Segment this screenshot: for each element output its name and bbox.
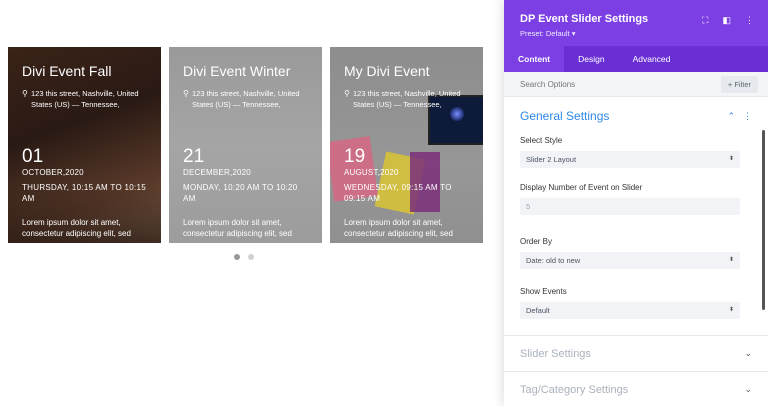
order-by-dropdown[interactable]: Date: old to new ⬍: [520, 252, 740, 269]
select-arrows-icon: ⬍: [728, 257, 734, 263]
event-content: My Divi Event ⚲ 123 this street, Nashvil…: [330, 47, 483, 243]
pagination-dot[interactable]: [234, 254, 240, 260]
general-settings-title: General Settings: [520, 109, 610, 123]
event-time: THURSDAY, 10:15 AM TO 10:15 AM: [22, 183, 147, 203]
event-slide-1[interactable]: Divi Event Fall ⚲ 123 this street, Nashv…: [8, 47, 161, 243]
event-slide-2[interactable]: Divi Event Winter ⚲ 123 this street, Nas…: [169, 47, 322, 243]
select-arrows-icon: ⬍: [728, 307, 734, 313]
settings-panel: DP Event Slider Settings Preset: Default…: [504, 0, 768, 406]
show-events-label: Show Events: [520, 287, 567, 296]
slider-pagination: [234, 254, 254, 260]
pagination-dot[interactable]: [248, 254, 254, 260]
event-day: 19: [344, 146, 366, 167]
search-bar: + Filter: [504, 72, 768, 97]
panel-tabs: Content Design Advanced: [504, 46, 768, 72]
event-address: ⚲ 123 this street, Nashville, United Sta…: [183, 89, 308, 110]
event-address: ⚲ 123 this street, Nashville, United Sta…: [344, 89, 469, 110]
event-description: Lorem ipsum dolor sit amet, consectetur …: [183, 218, 292, 238]
location-pin-icon: ⚲: [344, 89, 350, 98]
event-address-text: 123 this street, Nashville, United State…: [31, 89, 139, 109]
chevron-up-icon[interactable]: ⌃: [727, 111, 735, 122]
tag-category-settings-section[interactable]: Tag/Category Settings ⌄: [504, 371, 768, 406]
select-style-value: Slider 2 Layout: [526, 155, 577, 164]
tab-advanced[interactable]: Advanced: [619, 46, 685, 72]
event-day: 21: [183, 146, 205, 167]
event-month-year: OCTOBER,2020: [22, 168, 84, 177]
filter-button[interactable]: + Filter: [720, 76, 758, 93]
display-number-input[interactable]: 5: [520, 198, 740, 215]
show-events-value: Default: [526, 306, 550, 315]
event-description: Lorem ipsum dolor sit amet, consectetur …: [22, 218, 131, 238]
event-time: WEDNESDAY, 09:15 AM TO 09:15 AM: [344, 183, 452, 203]
event-title[interactable]: Divi Event Fall: [22, 62, 147, 80]
slider-settings-title: Slider Settings: [520, 347, 591, 360]
split-view-icon[interactable]: ◧: [722, 15, 731, 26]
event-description: Lorem ipsum dolor sit amet, consectetur …: [344, 218, 453, 238]
panel-scrollbar[interactable]: [762, 130, 765, 310]
order-by-value: Date: old to new: [526, 256, 581, 265]
panel-header[interactable]: DP Event Slider Settings Preset: Default…: [504, 0, 768, 46]
location-pin-icon: ⚲: [183, 89, 189, 98]
chevron-down-icon[interactable]: ⌄: [744, 348, 752, 359]
event-title[interactable]: Divi Event Winter: [183, 62, 308, 80]
event-content: Divi Event Fall ⚲ 123 this street, Nashv…: [8, 47, 161, 243]
chevron-down-icon[interactable]: ⌄: [744, 384, 752, 395]
event-address-text: 123 this street, Nashville, United State…: [192, 89, 300, 109]
show-events-dropdown[interactable]: Default ⬍: [520, 302, 740, 319]
select-style-label: Select Style: [520, 136, 563, 145]
preset-selector[interactable]: Preset: Default ▾: [520, 29, 768, 38]
event-time: MONDAY, 10:20 AM TO 10:20 AM: [183, 183, 298, 203]
general-settings-header[interactable]: General Settings ⌃ ⋮: [520, 97, 752, 124]
event-slide-3[interactable]: My Divi Event ⚲ 123 this street, Nashvil…: [330, 47, 483, 243]
tag-category-settings-title: Tag/Category Settings: [520, 383, 629, 396]
event-address: ⚲ 123 this street, Nashville, United Sta…: [22, 89, 147, 110]
tab-design[interactable]: Design: [564, 46, 618, 72]
event-address-text: 123 this street, Nashville, United State…: [353, 89, 461, 109]
event-month-year: AUGUST,2020: [344, 168, 399, 177]
select-style-dropdown[interactable]: Slider 2 Layout ⬍: [520, 151, 740, 168]
section-header-icons: ⌃ ⋮: [727, 111, 752, 122]
event-month-year: DECEMBER,2020: [183, 168, 251, 177]
order-by-label: Order By: [520, 237, 553, 246]
more-vertical-icon[interactable]: ⋮: [745, 15, 754, 26]
expand-icon[interactable]: ⛶: [702, 15, 708, 26]
panel-header-icons: ⛶ ◧ ⋮: [702, 15, 754, 26]
builder-canvas: Divi Event Fall ⚲ 123 this street, Nashv…: [0, 0, 768, 406]
tab-content[interactable]: Content: [504, 46, 565, 72]
event-content: Divi Event Winter ⚲ 123 this street, Nas…: [169, 47, 322, 243]
general-settings-section: General Settings ⌃ ⋮ Select Style Slider…: [504, 97, 768, 319]
more-vertical-icon[interactable]: ⋮: [743, 111, 752, 122]
slider-settings-section[interactable]: Slider Settings ⌄: [504, 335, 768, 371]
event-day: 01: [22, 146, 44, 167]
location-pin-icon: ⚲: [22, 89, 28, 98]
display-number-label: Display Number of Event on Slider: [520, 183, 643, 192]
search-options-input[interactable]: [504, 72, 704, 97]
select-arrows-icon: ⬍: [728, 156, 734, 162]
event-title[interactable]: My Divi Event: [344, 62, 469, 80]
